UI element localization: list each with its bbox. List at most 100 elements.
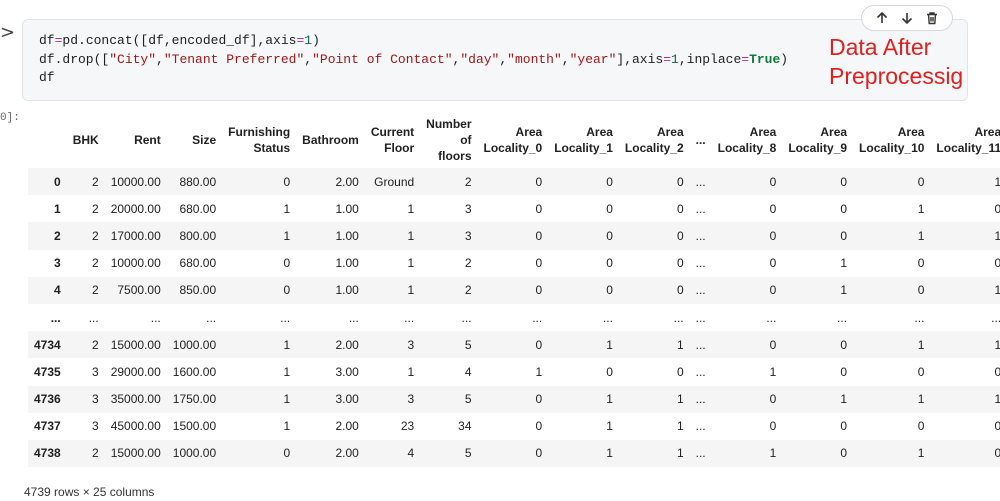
run-indicator[interactable]: > bbox=[0, 22, 15, 43]
table-cell: 0 bbox=[782, 168, 854, 196]
column-header: Area Locality_1 bbox=[554, 125, 613, 155]
table-cell: 0 bbox=[676, 201, 684, 216]
code-token: pd.concat([df,encoded_df],axis bbox=[62, 33, 297, 48]
column-header: Current Floor bbox=[370, 125, 415, 155]
code-token: "year" bbox=[569, 51, 617, 67]
table-cell: 3.00 bbox=[335, 364, 359, 379]
code-token: = bbox=[741, 51, 750, 67]
code-token: , bbox=[561, 51, 570, 67]
row-index: 4738 bbox=[28, 439, 67, 468]
table-cell: ... bbox=[914, 310, 925, 325]
table-cell: 1 bbox=[782, 385, 854, 413]
table-cell: 1 bbox=[535, 364, 543, 379]
table-cell: 3 bbox=[66, 385, 105, 413]
table-cell: 0 bbox=[283, 256, 291, 271]
table-cell: ... bbox=[695, 364, 706, 379]
move-down-button[interactable] bbox=[897, 8, 917, 28]
table-cell: 2 bbox=[66, 168, 105, 196]
table-cell: 1 bbox=[853, 385, 931, 413]
table-cell: 0 bbox=[535, 201, 543, 216]
table-cell: 0 bbox=[477, 385, 549, 413]
table-cell: 0 bbox=[782, 331, 854, 359]
table-cell: 800.00 bbox=[166, 222, 223, 250]
table-cell: 850.00 bbox=[166, 276, 223, 304]
code-editor[interactable]: df=pd.concat([df,encoded_df],axis=1) df.… bbox=[39, 32, 788, 88]
table-cell: ... bbox=[280, 310, 291, 325]
table-cell: ... bbox=[532, 310, 543, 325]
table-cell: 3 bbox=[420, 222, 478, 250]
table-cell: 2 bbox=[420, 168, 478, 196]
code-token: ,inplace bbox=[678, 51, 742, 67]
table-cell: 0 bbox=[477, 168, 549, 196]
row-index: ... bbox=[50, 310, 61, 325]
table-cell: 10000.00 bbox=[104, 168, 167, 196]
table-cell: 7500.00 bbox=[104, 276, 167, 304]
table-cell: 0 bbox=[782, 439, 854, 468]
table-cell: 0 bbox=[769, 256, 777, 271]
table-cell: 0 bbox=[711, 385, 783, 413]
table-cell: 4 bbox=[364, 439, 421, 468]
trash-icon bbox=[926, 12, 937, 25]
table-cell: 1 bbox=[222, 331, 297, 359]
table-cell: 0 bbox=[711, 331, 783, 359]
table-cell: ... bbox=[689, 168, 712, 196]
table-cell: 0 bbox=[618, 276, 690, 304]
table-cell: ... bbox=[88, 310, 99, 325]
table-cell: 0 bbox=[606, 201, 613, 216]
row-index: 1 bbox=[54, 201, 61, 216]
header-row: BHK Rent Size Furnishing Status Bathroom Curr… bbox=[28, 112, 1000, 168]
code-token: , bbox=[304, 51, 313, 67]
table-cell: 0 bbox=[853, 276, 931, 304]
table-cell: ... bbox=[602, 310, 613, 325]
table-cell: 0 bbox=[477, 222, 549, 250]
table-row: 4738 2 15000.00 1000.00 0 2.00 4 5 0 1 1... 1 0 1 0 bbox=[28, 439, 1000, 468]
table-cell: 0 bbox=[535, 256, 543, 271]
table-cell: 1 bbox=[676, 419, 684, 434]
move-up-button[interactable] bbox=[872, 8, 892, 28]
table-cell: 880.00 bbox=[166, 168, 223, 196]
table-cell: 1 bbox=[782, 276, 854, 304]
column-header: Area Locality_11 bbox=[936, 125, 1000, 155]
table-row: 4737 3 45000.00 1500.00 1 2.00 23 34 0 1 1... 0 0 0 0 bbox=[28, 413, 1000, 440]
table-cell: 0 bbox=[606, 256, 613, 271]
code-cell[interactable]: df=pd.concat([df,encoded_df],axis=1) df.… bbox=[22, 19, 968, 101]
row-index: 0 bbox=[28, 168, 67, 196]
table-row: 4 2 7500.00 850.00 0 1.00 1 2 0 0 0... 0 1 0 1 bbox=[28, 276, 1000, 304]
table-cell: 0 bbox=[917, 364, 925, 379]
table-cell: 1 bbox=[364, 276, 421, 304]
code-token: df.drop([ bbox=[39, 51, 110, 67]
table-cell: 0 bbox=[853, 168, 931, 196]
table-cell: 1 bbox=[222, 385, 297, 413]
table-row: 4736 3 35000.00 1750.00 1 3.00 3 5 0 1 1... 0 1 1 1 bbox=[28, 385, 1000, 413]
code-token: ) bbox=[780, 51, 789, 67]
table-cell: ... bbox=[689, 385, 712, 413]
table-cell: ... bbox=[695, 256, 706, 271]
table-cell: 1 bbox=[548, 331, 619, 359]
table-cell: 1 bbox=[930, 222, 1000, 250]
delete-cell-button[interactable] bbox=[922, 8, 942, 28]
table-cell: 2 bbox=[464, 256, 472, 271]
table-cell: 0 bbox=[769, 419, 777, 434]
table-cell: 1 bbox=[930, 331, 1000, 359]
code-token: ) bbox=[312, 33, 320, 48]
table-cell: ... bbox=[150, 310, 161, 325]
table-cell: 0 bbox=[477, 276, 549, 304]
column-header: Area Locality_8 bbox=[717, 125, 777, 155]
table-cell: ... bbox=[461, 310, 472, 325]
code-token: True bbox=[749, 51, 781, 67]
column-header: Bathroom bbox=[302, 133, 359, 147]
table-cell: 0 bbox=[222, 276, 297, 304]
row-index: 3 bbox=[54, 256, 61, 271]
code-token: "month" bbox=[507, 51, 562, 67]
table-cell: 1.00 bbox=[296, 222, 365, 250]
table-cell: ... bbox=[695, 419, 706, 434]
table-cell: 0 bbox=[477, 331, 549, 359]
table-row: 2 2 17000.00 800.00 1 1.00 1 3 0 0 0... 0 0 1 1 bbox=[28, 222, 1000, 250]
column-header: Area Locality_9 bbox=[788, 125, 848, 155]
table-cell: 1 bbox=[930, 385, 1000, 413]
table-cell: 10000.00 bbox=[110, 256, 161, 271]
table-cell: 15000.00 bbox=[104, 439, 167, 468]
table-cell: 2 bbox=[92, 256, 99, 271]
table-cell: 1 bbox=[930, 276, 1000, 304]
code-token: 1 bbox=[671, 51, 679, 67]
